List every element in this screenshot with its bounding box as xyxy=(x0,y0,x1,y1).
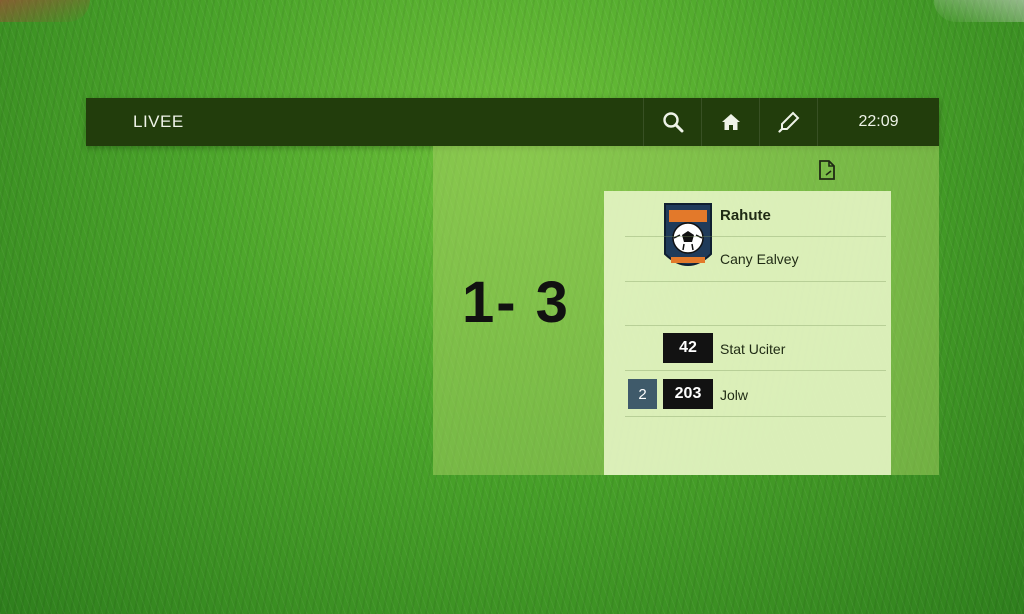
match-score: 1- 3 xyxy=(462,269,570,335)
soccer-crest-icon xyxy=(664,203,712,266)
stat-label: Stat Uciter xyxy=(720,341,786,357)
home-icon xyxy=(721,114,740,130)
team-name: Rahute xyxy=(720,207,771,224)
side-chip[interactable]: 2 xyxy=(628,379,657,409)
stat-badge: 203 xyxy=(663,379,713,409)
field-corner-mark xyxy=(0,0,90,22)
top-bar: LIVEE 22:09 xyxy=(86,98,939,146)
divider xyxy=(625,325,886,326)
search-icon xyxy=(662,112,683,133)
pencil-icon xyxy=(777,111,799,133)
divider xyxy=(625,416,886,417)
document-icon[interactable] xyxy=(818,160,836,180)
team-card: Rahute Cany Ealvey 42 Stat Uciter 203 Jo… xyxy=(604,191,891,475)
divider xyxy=(625,236,886,237)
clock: 22:09 xyxy=(817,98,939,146)
app-title: LIVEE xyxy=(133,112,184,131)
home-button[interactable] xyxy=(701,98,759,146)
field-corner-mark-right xyxy=(934,0,1024,22)
edit-button[interactable] xyxy=(759,98,817,146)
search-button[interactable] xyxy=(643,98,701,146)
stat-badge: 42 xyxy=(663,333,713,363)
divider xyxy=(625,370,886,371)
team-subtitle: Cany Ealvey xyxy=(720,251,799,267)
divider xyxy=(625,281,886,282)
match-screen: LIVEE 22:09 1- 3 Rahute Cany Ealvey 42 S… xyxy=(0,0,1024,614)
stat-label: Jolw xyxy=(720,387,749,403)
